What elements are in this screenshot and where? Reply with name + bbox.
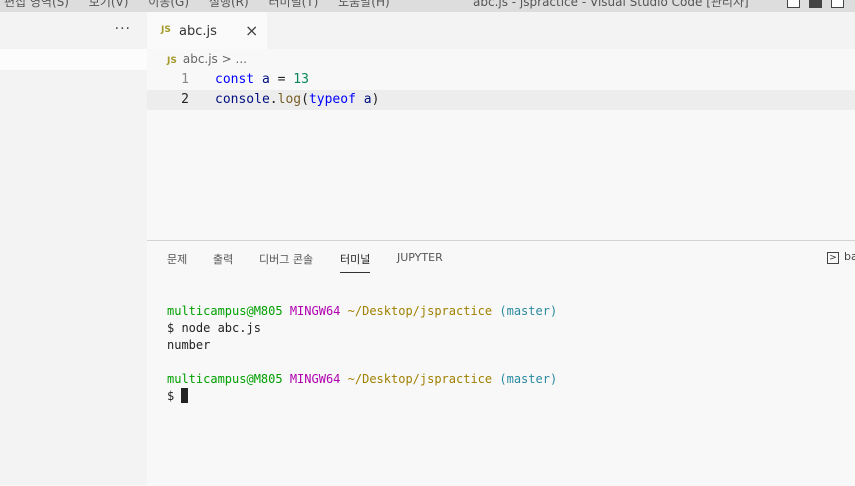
line-number: 1 [181,72,189,87]
keyword: const [215,72,255,87]
javascript-file-icon: JS [167,56,177,66]
terminal-user: multicampus@M805 [167,372,283,386]
tab-problems[interactable]: 문제 [167,251,187,272]
terminal-user: multicampus@M805 [167,304,283,318]
breadcrumb-file[interactable]: abc.js [183,52,218,66]
keyword: typeof [308,92,356,107]
sidebar: ··· [0,12,147,485]
terminal-branch: (master) [499,372,558,386]
chevron-right-icon: > [221,52,232,66]
operator: = [277,72,286,87]
terminal-path: ~/Desktop/jspractice [347,372,493,386]
title-bar: 편집 영역(S) 보기(V) 이동(G) 실행(R) 터미널(T) 도움말(H)… [0,0,855,12]
terminal-path: ~/Desktop/jspractice [347,304,493,318]
code-line: 1 const a = 13 [147,70,855,90]
tab-abc-js[interactable]: JS abc.js × [147,12,267,49]
terminal-branch: (master) [499,304,558,318]
terminal-cursor [181,388,189,403]
sidebar-selected-item[interactable] [0,49,147,70]
menu-help[interactable]: 도움말(H) [338,0,390,9]
menu-bar: 편집 영역(S) 보기(V) 이동(G) 실행(R) 터미널(T) 도움말(H) [4,0,406,10]
code-line-current: 2 console.log(typeof a) [147,90,855,110]
terminal-instance-name[interactable]: ba [844,250,855,263]
identifier: a [363,92,372,107]
tab-output[interactable]: 출력 [213,251,233,272]
punctuation: ) [371,92,380,107]
tab-label: abc.js [179,24,217,39]
javascript-file-icon: JS [161,25,171,35]
terminal-result: number [167,338,211,352]
close-icon[interactable]: × [245,21,258,40]
editor-tab-bar: JS abc.js × [147,12,855,49]
identifier: a [261,72,270,87]
tab-debug-console[interactable]: 디버그 콘솔 [259,251,313,272]
punctuation: . [269,92,278,107]
window-title: abc.js - jspractice - Visual Studio Code… [473,0,749,9]
function-name: log [277,92,302,107]
terminal-prompt: $ [167,389,175,403]
terminal-system: MINGW64 [289,372,341,386]
terminal-icon[interactable]: > [827,252,839,264]
line-number: 2 [181,92,189,107]
menu-view[interactable]: 보기(V) [89,0,129,9]
more-actions-icon[interactable]: ··· [115,21,131,37]
number-literal: 13 [293,72,309,87]
toggle-panel-icon[interactable] [809,0,822,8]
menu-terminal[interactable]: 터미널(T) [268,0,318,9]
breadcrumb-symbol[interactable]: ... [236,52,247,66]
punctuation: ( [301,92,309,107]
terminal-output[interactable]: multicampus@M805 MINGW64 ~/Desktop/jspra… [167,303,557,405]
tab-terminal[interactable]: 터미널 [340,251,371,273]
menu-run[interactable]: 실행(R) [209,0,249,9]
tab-jupyter[interactable]: JUPYTER [397,251,443,269]
menu-selection[interactable]: 편집 영역(S) [4,0,69,9]
menu-go[interactable]: 이동(G) [148,0,189,9]
bottom-panel: 문제 출력 디버그 콘솔 터미널 JUPYTER > ba multicampu… [147,240,855,486]
toggle-sidebar-icon[interactable] [787,0,800,8]
breadcrumb: JS abc.js > ... [167,52,247,66]
terminal-system: MINGW64 [289,304,341,318]
code-editor[interactable]: 1 const a = 13 2 console.log(typeof a) [147,70,855,240]
customize-layout-icon[interactable] [831,0,844,8]
terminal-command: $ node abc.js [167,321,261,335]
identifier: console [215,92,270,107]
